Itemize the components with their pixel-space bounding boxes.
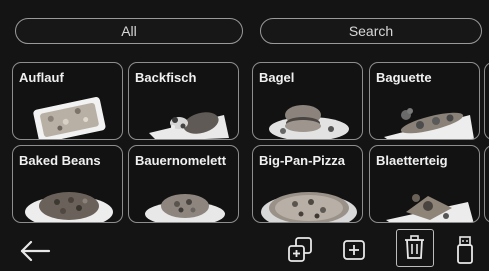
baguette-photo: [384, 108, 474, 139]
usb-stick-icon: [457, 236, 473, 264]
recipe-card-backfisch[interactable]: Backfisch: [128, 62, 239, 140]
trash-icon: [405, 235, 424, 259]
all-filter-label: All: [121, 23, 137, 39]
pizza-photo: [261, 192, 357, 222]
recipe-card-baked-beans[interactable]: Baked Beans: [12, 145, 123, 223]
add-button[interactable]: [342, 239, 366, 261]
search-button[interactable]: Search: [260, 18, 482, 44]
search-label: Search: [348, 23, 394, 39]
puff-pastry-photo: [386, 194, 474, 222]
copy-add-button[interactable]: [287, 236, 313, 264]
baked-beans-photo: [25, 192, 113, 222]
arrow-left-icon: [20, 240, 51, 262]
recipe-card-baguette[interactable]: Baguette: [369, 62, 480, 140]
add-square-icon: [343, 240, 365, 260]
delete-button[interactable]: [396, 229, 434, 267]
recipe-card-bagel[interactable]: Bagel: [252, 62, 363, 140]
casserole-photo: [33, 97, 106, 139]
bagel-photo: [269, 105, 349, 139]
recipe-card-blaetterteig[interactable]: Blaetterteig: [369, 145, 480, 223]
all-filter-button[interactable]: All: [15, 18, 243, 44]
fried-fish-photo: [149, 112, 229, 139]
recipe-card-big-pan-pizza[interactable]: Big-Pan-Pizza: [252, 145, 363, 223]
usb-button[interactable]: [456, 235, 474, 265]
omelette-photo: [145, 194, 225, 222]
copy-plus-icon: [288, 237, 312, 262]
back-button[interactable]: [18, 240, 52, 262]
recipe-card-partial[interactable]: [484, 62, 489, 140]
recipe-card-partial[interactable]: [484, 145, 489, 223]
recipe-card-auflauf[interactable]: Auflauf: [12, 62, 123, 140]
recipe-card-bauernomelett[interactable]: Bauernomelett: [128, 145, 239, 223]
